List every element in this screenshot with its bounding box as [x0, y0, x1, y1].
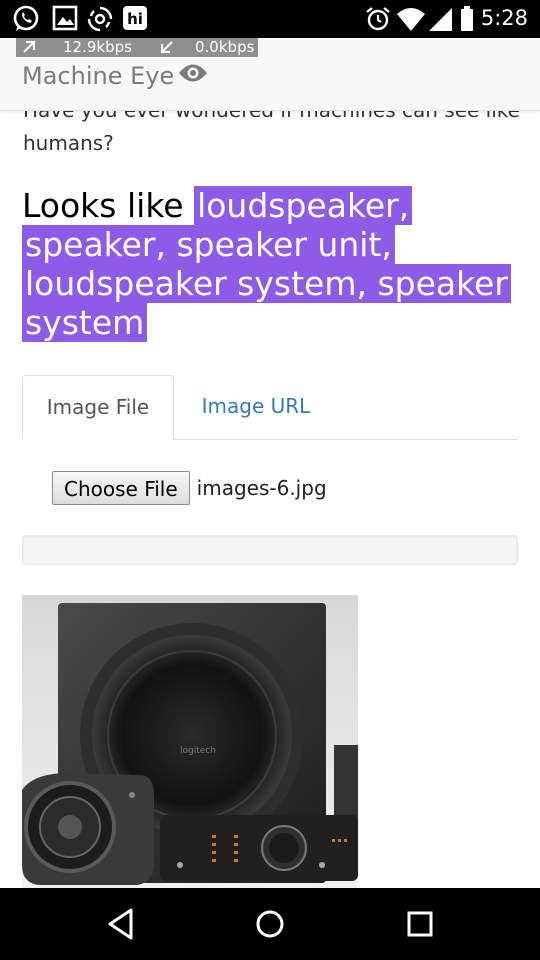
- alarm-icon: [364, 5, 392, 37]
- app-title: Machine Eye: [22, 62, 175, 90]
- eye-icon: [174, 62, 208, 90]
- recents-icon[interactable]: [404, 906, 436, 946]
- app-brand[interactable]: Machine Eye: [22, 62, 208, 90]
- svg-text:logitech: logitech: [180, 746, 216, 756]
- status-bar: hi 5:28: [0, 0, 540, 38]
- prediction-result: Looks like loudspeaker, speaker, speaker…: [22, 186, 512, 342]
- uploaded-image-preview: logitech: [22, 595, 358, 888]
- upload-arrow-icon: [21, 39, 37, 60]
- result-prefix: Looks like: [22, 186, 184, 225]
- signal-icon: [428, 5, 454, 37]
- svg-text:hi: hi: [127, 10, 143, 28]
- tab-image-file[interactable]: Image File: [22, 375, 174, 440]
- input-tabs: Image File Image URL: [22, 375, 518, 440]
- battery-icon: [460, 5, 474, 37]
- download-arrow-icon: [159, 39, 175, 60]
- upload-progress-bar: [22, 535, 518, 565]
- clock-time: 5:28: [480, 6, 528, 30]
- gallery-icon: [52, 5, 78, 35]
- back-icon[interactable]: [106, 906, 136, 946]
- whatsapp-icon: [12, 5, 40, 37]
- tab-image-url[interactable]: Image URL: [182, 375, 330, 438]
- wifi-icon: [396, 5, 426, 37]
- hike-icon: hi: [122, 5, 148, 35]
- upload-speed: 12.9kbps: [63, 38, 132, 56]
- system-nav-bar: [0, 888, 540, 960]
- home-icon[interactable]: [254, 906, 286, 946]
- selected-file-name: images-6.jpg: [196, 476, 327, 500]
- hotspot-icon: [86, 5, 114, 37]
- download-speed: 0.0kbps: [195, 38, 255, 56]
- main-content: Have you ever wondered if machines can s…: [0, 92, 540, 888]
- file-input: Choose File images-6.jpg: [52, 470, 327, 506]
- choose-file-button[interactable]: Choose File: [52, 471, 190, 505]
- network-speed-indicator: 12.9kbps 0.0kbps: [16, 38, 258, 57]
- app-header: 12.9kbps 0.0kbps Machine Eye: [0, 38, 540, 111]
